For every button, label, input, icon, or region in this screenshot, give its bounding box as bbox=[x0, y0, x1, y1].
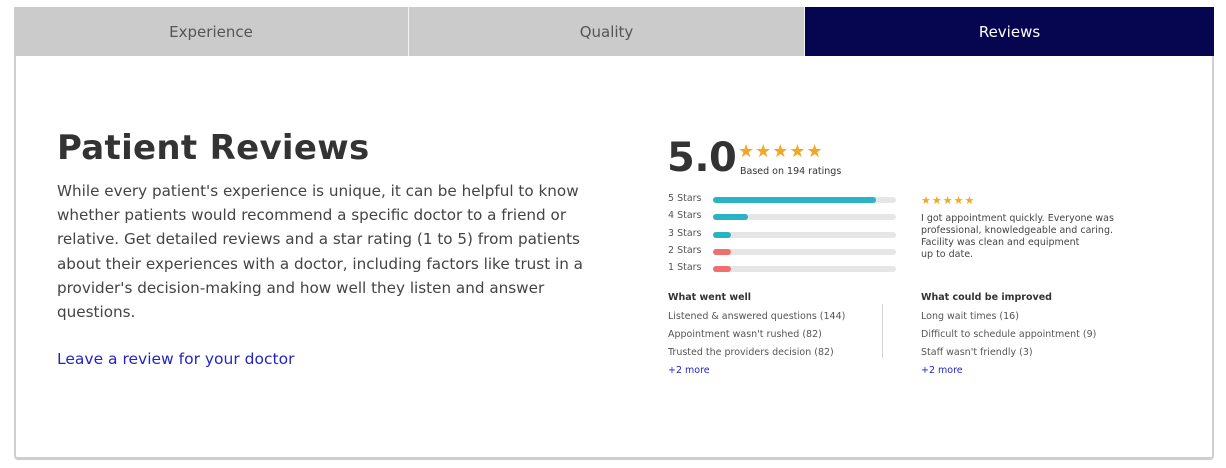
list-item: Trusted the providers decision (82) bbox=[668, 347, 834, 358]
distribution-label: 3 Stars bbox=[668, 227, 702, 239]
tab-bar: Experience Quality Reviews bbox=[14, 7, 1214, 56]
distribution-bar-fill bbox=[713, 231, 732, 238]
review-text: I got appointment quickly. Everyone was … bbox=[921, 213, 1126, 261]
rating-distribution: 5 Stars 4 Stars 3 Stars 2 Stars 1 Stars bbox=[668, 193, 898, 279]
tab-reviews[interactable]: Reviews bbox=[805, 7, 1214, 56]
page-title: Patient Reviews bbox=[57, 128, 370, 168]
leave-review-link[interactable]: Leave a review for your doctor bbox=[57, 350, 294, 368]
distribution-row-3: 3 Stars bbox=[668, 228, 898, 245]
distribution-bar-track bbox=[713, 197, 896, 203]
column-divider bbox=[882, 304, 883, 358]
distribution-bar-fill bbox=[713, 197, 876, 203]
tab-quality[interactable]: Quality bbox=[409, 7, 805, 56]
list-item: Listened & answered questions (144) bbox=[668, 311, 846, 322]
sample-review: ★★★★★ I got appointment quickly. Everyon… bbox=[921, 194, 1126, 261]
ratings-count: Based on 194 ratings bbox=[740, 166, 842, 177]
improve-list: Long wait times (16) Difficult to schedu… bbox=[921, 311, 1096, 365]
distribution-row-2: 2 Stars bbox=[668, 245, 898, 262]
list-item: Staff wasn't friendly (3) bbox=[921, 347, 1033, 358]
distribution-bar-track bbox=[713, 248, 896, 255]
improve-more-link[interactable]: +2 more bbox=[921, 365, 963, 376]
went-well-list: Listened & answered questions (144) Appo… bbox=[668, 311, 845, 365]
distribution-row-5: 5 Stars bbox=[668, 193, 898, 210]
distribution-bar-fill bbox=[713, 248, 732, 255]
review-text-line: up to date. bbox=[921, 249, 974, 260]
distribution-bar-fill bbox=[713, 266, 732, 273]
list-item: Long wait times (16) bbox=[921, 311, 1019, 322]
rating-stars-icon: ★★★★★ bbox=[738, 141, 824, 162]
went-well-title: What went well bbox=[668, 292, 752, 303]
distribution-row-4: 4 Stars bbox=[668, 210, 898, 227]
distribution-bar-fill bbox=[713, 214, 748, 221]
list-item: Difficult to schedule appointment (9) bbox=[921, 329, 1097, 340]
review-stars-icon: ★★★★★ bbox=[921, 194, 976, 207]
review-text-line: professional, knowledgeable and caring. bbox=[921, 225, 1114, 236]
distribution-label: 2 Stars bbox=[668, 244, 702, 256]
distribution-bar-track bbox=[713, 214, 896, 221]
list-item: Appointment wasn't rushed (82) bbox=[668, 329, 822, 340]
intro-description: While every patient's experience is uniq… bbox=[57, 182, 583, 322]
went-well-more-link[interactable]: +2 more bbox=[668, 365, 710, 376]
rating-score: 5.0 bbox=[667, 135, 737, 181]
distribution-label: 4 Stars bbox=[668, 210, 702, 222]
improve-title: What could be improved bbox=[921, 292, 1052, 303]
distribution-label: 1 Stars bbox=[668, 262, 702, 274]
tab-experience[interactable]: Experience bbox=[14, 7, 409, 56]
distribution-row-1: 1 Stars bbox=[668, 262, 898, 279]
review-text-line: Facility was clean and equipment bbox=[921, 237, 1080, 248]
review-text-line: I got appointment quickly. Everyone was bbox=[921, 213, 1114, 224]
distribution-bar-track bbox=[713, 266, 896, 273]
distribution-bar-track bbox=[713, 231, 896, 238]
distribution-label: 5 Stars bbox=[668, 193, 702, 204]
